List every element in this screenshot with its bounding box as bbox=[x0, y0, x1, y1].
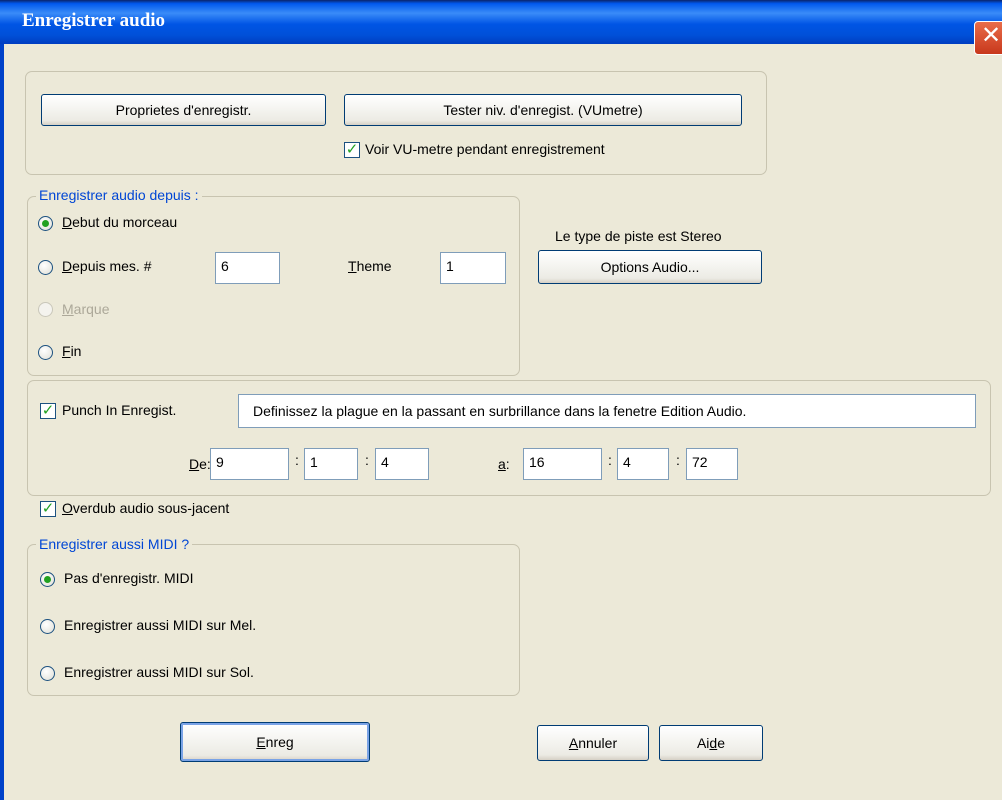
label-rest: in bbox=[70, 343, 82, 359]
separator: : bbox=[676, 452, 680, 468]
mnemonic: A bbox=[568, 735, 579, 751]
label-pre: Ai bbox=[696, 735, 710, 751]
audio-options-label: Options Audio... bbox=[600, 259, 700, 275]
mnemonic: D bbox=[62, 258, 73, 274]
radio-from-bar[interactable] bbox=[38, 260, 53, 275]
close-icon: ✕ bbox=[980, 22, 1002, 49]
radio-start-of-song-label: Debut du morceau bbox=[62, 214, 177, 230]
from-bar-input[interactable]: 6 bbox=[215, 252, 280, 284]
punch-to-bar-input[interactable]: 16 bbox=[523, 448, 602, 480]
check-icon: ✓ bbox=[41, 402, 55, 419]
record-button[interactable]: Enreg bbox=[180, 722, 370, 762]
radio-marker bbox=[38, 302, 53, 317]
radio-midi-melody-label: Enregistrer aussi MIDI sur Mel. bbox=[64, 617, 257, 633]
punch-from-beat-input[interactable]: 1 bbox=[304, 448, 358, 480]
track-type-text: Le type de piste est Stereo bbox=[555, 228, 722, 244]
label-rest: heme bbox=[356, 258, 392, 274]
label-rest: e bbox=[717, 735, 726, 751]
help-label: Aide bbox=[697, 735, 725, 751]
cancel-label: Annuler bbox=[569, 735, 617, 751]
punch-from-label: De: bbox=[189, 456, 211, 472]
mnemonic: M bbox=[62, 301, 74, 317]
window-left-border bbox=[0, 44, 4, 800]
check-icon: ✓ bbox=[41, 500, 55, 517]
recording-properties-label: Proprietes d'enregistr. bbox=[115, 102, 252, 118]
punch-to-tick-input[interactable]: 72 bbox=[686, 448, 738, 480]
punch-from-bar-input[interactable]: 9 bbox=[210, 448, 289, 480]
label-rest: : bbox=[505, 456, 510, 472]
radio-midi-soloist-label: Enregistrer aussi MIDI sur Sol. bbox=[64, 664, 254, 680]
mnemonic: a bbox=[498, 456, 506, 472]
radio-start-of-song[interactable] bbox=[38, 216, 53, 231]
mnemonic: F bbox=[62, 343, 71, 359]
midi-legend: Enregistrer aussi MIDI ? bbox=[36, 536, 193, 552]
overdub-checkbox[interactable]: ✓ bbox=[40, 501, 56, 517]
radio-no-midi[interactable] bbox=[40, 572, 55, 587]
mnemonic: T bbox=[348, 258, 357, 274]
punch-in-label: Punch In Enregist. bbox=[62, 402, 177, 418]
test-levels-button[interactable]: Tester niv. d'enregist. (VUmetre) bbox=[344, 94, 742, 126]
label-rest: epuis mes. # bbox=[72, 258, 152, 274]
label-rest: verdub audio sous-jacent bbox=[72, 500, 230, 516]
vu-meter-checkbox[interactable]: ✓ bbox=[344, 142, 360, 158]
separator: : bbox=[608, 452, 612, 468]
theme-input[interactable]: 1 bbox=[440, 252, 506, 284]
record-from-legend: Enregistrer audio depuis : bbox=[36, 187, 202, 203]
record-label: Enreg bbox=[256, 734, 293, 750]
cancel-button[interactable]: Annuler bbox=[537, 725, 649, 761]
audio-options-button[interactable]: Options Audio... bbox=[538, 250, 762, 284]
label-rest: ebut du morceau bbox=[72, 214, 178, 230]
mnemonic: D bbox=[189, 456, 200, 472]
window-title: Enregistrer audio bbox=[22, 10, 166, 31]
radio-midi-soloist[interactable] bbox=[40, 666, 55, 681]
test-levels-label: Tester niv. d'enregist. (VUmetre) bbox=[443, 102, 643, 118]
punch-in-checkbox[interactable]: ✓ bbox=[40, 403, 56, 419]
recording-properties-button[interactable]: Proprietes d'enregistr. bbox=[41, 94, 326, 126]
separator: : bbox=[365, 452, 369, 468]
punch-to-label: a: bbox=[498, 456, 510, 472]
label-rest: arque bbox=[73, 301, 110, 317]
punch-to-beat-input[interactable]: 4 bbox=[617, 448, 669, 480]
radio-end-label: Fin bbox=[62, 343, 81, 359]
radio-no-midi-label: Pas d'enregistr. MIDI bbox=[64, 570, 194, 586]
punch-in-hint-field[interactable]: Definissez la plague en la passant en su… bbox=[238, 394, 976, 428]
check-icon: ✓ bbox=[345, 141, 359, 158]
vu-meter-label: Voir VU-metre pendant enregistrement bbox=[365, 141, 605, 157]
radio-end[interactable] bbox=[38, 345, 53, 360]
title-bar[interactable]: Enregistrer audio bbox=[0, 0, 1002, 44]
mnemonic: E bbox=[256, 734, 266, 750]
mnemonic: O bbox=[62, 500, 73, 516]
mnemonic: D bbox=[62, 214, 73, 230]
theme-label: Theme bbox=[348, 258, 392, 274]
label-rest: nreg bbox=[265, 734, 294, 750]
radio-midi-melody[interactable] bbox=[40, 619, 55, 634]
label-rest: nnuler bbox=[578, 735, 618, 751]
punch-from-tick-input[interactable]: 4 bbox=[375, 448, 429, 480]
overdub-label: Overdub audio sous-jacent bbox=[62, 500, 229, 516]
help-button[interactable]: Aide bbox=[659, 725, 763, 761]
separator: : bbox=[295, 452, 299, 468]
radio-from-bar-label: Depuis mes. # bbox=[62, 258, 152, 274]
radio-marker-label: Marque bbox=[62, 301, 109, 317]
close-button[interactable]: ✕ bbox=[974, 21, 1002, 55]
